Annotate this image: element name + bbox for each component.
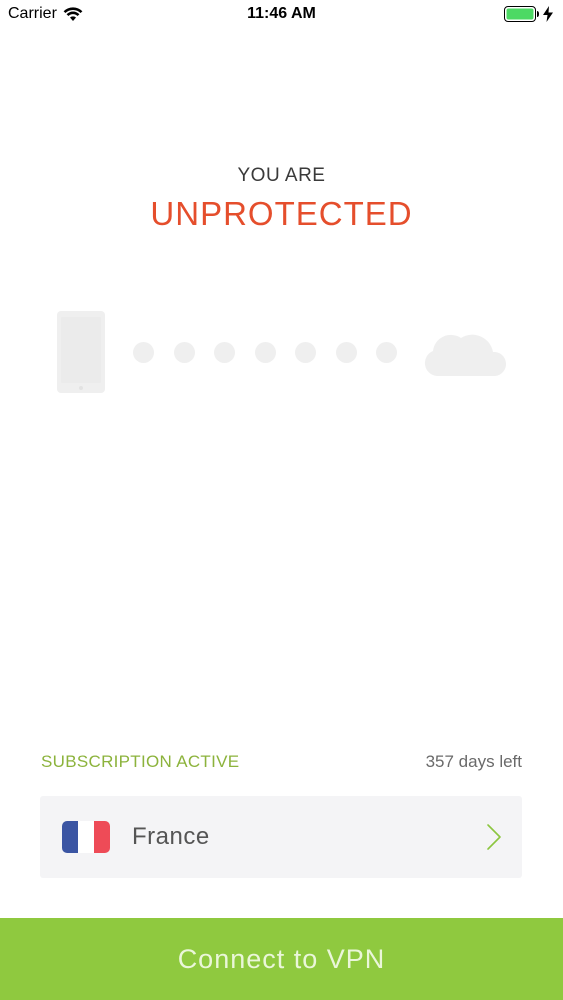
connection-dot xyxy=(335,342,357,363)
protection-status-label: UNPROTECTED xyxy=(150,195,413,232)
country-name: France xyxy=(132,823,210,850)
connection-dot xyxy=(173,342,195,363)
france-flag-icon xyxy=(62,821,110,853)
days-left-label: 357 days left xyxy=(425,752,522,771)
protection-status: YOU ARE UNPROTECTED xyxy=(0,164,563,236)
status-bar: Carrier 11:46 AM xyxy=(0,0,563,30)
subscription-status-label: SUBSCRIPTION ACTIVE xyxy=(41,752,240,771)
connection-dot xyxy=(214,342,235,363)
clock: 11:46 AM xyxy=(247,5,316,22)
country-selector[interactable]: France xyxy=(40,796,522,878)
battery-icon xyxy=(504,6,539,22)
connection-dot xyxy=(376,342,397,363)
lightning-bolt-icon xyxy=(543,6,553,22)
vpn-home-screen: Carrier 11:46 AM YOU ARE UNPROTECTED SUB… xyxy=(0,0,563,1000)
connection-dot xyxy=(295,342,316,363)
cloud-icon xyxy=(424,334,507,376)
connection-illustration xyxy=(0,300,563,410)
connection-dots xyxy=(133,342,417,363)
phone-icon xyxy=(57,311,105,393)
battery-indicator xyxy=(504,5,553,23)
chevron-right-icon xyxy=(487,824,501,850)
connect-vpn-button[interactable]: Connect to VPN xyxy=(0,918,563,1000)
protection-prefix: YOU ARE xyxy=(237,165,326,186)
subscription-row: SUBSCRIPTION ACTIVE 357 days left xyxy=(41,750,522,774)
connection-dot xyxy=(254,342,276,363)
connection-dot xyxy=(133,342,154,363)
